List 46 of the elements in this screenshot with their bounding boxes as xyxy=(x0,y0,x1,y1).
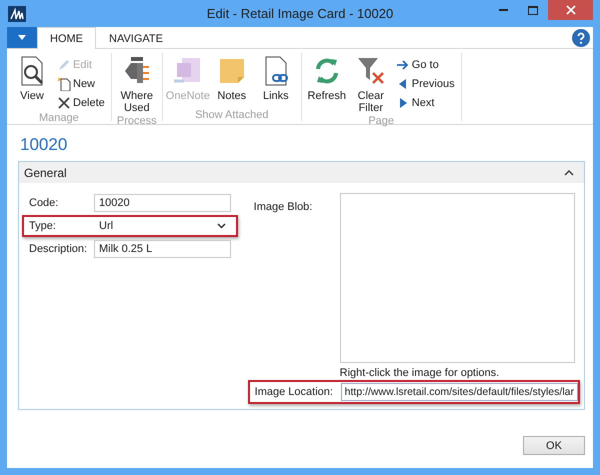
collapse-icon[interactable] xyxy=(564,170,574,176)
ribbon-button[interactable]: Go to xyxy=(394,56,457,73)
pencil-icon xyxy=(57,58,71,72)
close-button[interactable] xyxy=(548,0,593,20)
field-label: Description: xyxy=(29,243,88,255)
field-label: Type: xyxy=(29,220,57,232)
window-title: Edit - Retail Image Card - 10020 xyxy=(206,6,394,21)
ok-button[interactable]: OK xyxy=(523,436,585,455)
maximize-icon xyxy=(528,6,538,14)
record-heading: 10020 xyxy=(20,135,68,155)
cross-icon xyxy=(57,96,71,110)
minimize-icon xyxy=(498,9,508,11)
new-page-icon xyxy=(57,76,71,90)
input-field[interactable]: http://www.lsretail.com/sites/default/files/styles/lar xyxy=(340,383,578,401)
app-logo-icon xyxy=(8,6,26,22)
app-menu-button[interactable] xyxy=(7,27,37,48)
ribbon-button[interactable]: View xyxy=(11,55,53,102)
ribbon-button[interactable]: Next xyxy=(394,94,457,111)
ribbon-button[interactable]: New xyxy=(55,75,107,92)
field-label: Image Blob: xyxy=(254,200,314,215)
ribbon-group-label: Show Attached xyxy=(195,109,268,121)
field-label: Image Location: xyxy=(254,386,334,398)
ribbon-group-label: Process xyxy=(116,115,157,127)
ribbon-group-label: Page xyxy=(368,115,394,127)
ribbon-group-label: Manage xyxy=(39,112,79,124)
ribbon-tab[interactable]: HOME xyxy=(37,27,96,49)
close-icon xyxy=(566,5,576,15)
input-field[interactable]: Milk 0.25 L xyxy=(94,240,231,258)
section-title: General xyxy=(24,166,67,180)
ribbon-button[interactable]: Refresh xyxy=(306,55,348,102)
input-field[interactable]: 10020 xyxy=(94,194,231,212)
ribbon-button[interactable]: Delete xyxy=(55,94,107,111)
section-header[interactable]: General xyxy=(19,162,584,183)
ribbon-button[interactable]: Clear Filter xyxy=(350,55,392,114)
image-hint: Right-click the image for options. xyxy=(340,367,500,379)
help-icon[interactable] xyxy=(572,28,590,46)
type-dropdown[interactable]: Url xyxy=(94,217,231,235)
ribbon-button[interactable]: Previous xyxy=(394,75,457,92)
ribbon-button[interactable]: Notes xyxy=(210,55,253,102)
ribbon-button[interactable]: Where Used xyxy=(116,55,158,114)
arrow-right-icon xyxy=(396,58,410,72)
chevron-down-icon xyxy=(216,223,226,229)
caret-down-icon xyxy=(18,35,26,40)
ribbon-tab[interactable]: NAVIGATE xyxy=(96,28,176,49)
field-label: Code: xyxy=(29,197,60,209)
ribbon-button[interactable]: Links xyxy=(254,55,297,102)
